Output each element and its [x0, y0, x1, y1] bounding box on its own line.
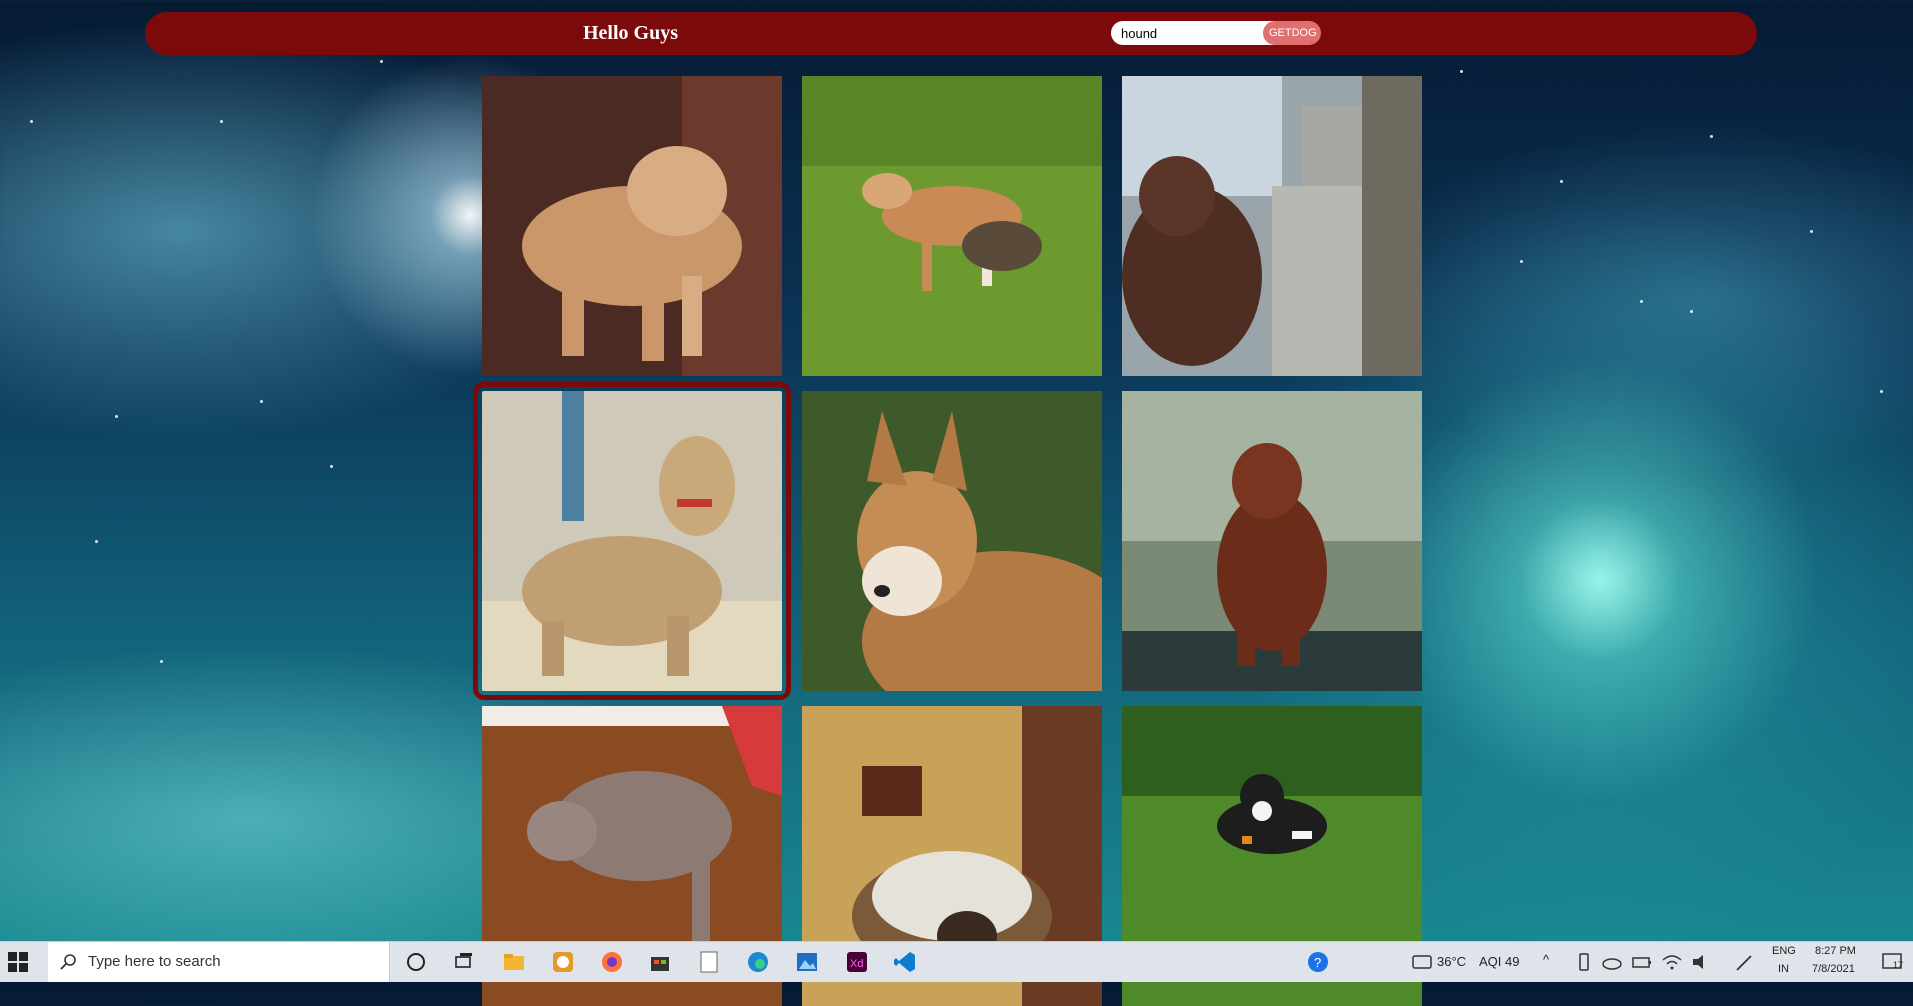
- dog-card[interactable]: [1122, 76, 1422, 376]
- phone-link-icon[interactable]: [1572, 950, 1596, 974]
- pen-icon[interactable]: [1733, 950, 1757, 974]
- task-view-icon[interactable]: [452, 950, 476, 974]
- wifi-icon[interactable]: [1660, 950, 1684, 974]
- dog-photo: [802, 391, 1102, 691]
- get-dog-button[interactable]: GETDOG: [1263, 21, 1321, 45]
- clock-date[interactable]: 7/8/2021: [1812, 963, 1855, 975]
- windows-start-icon[interactable]: [8, 952, 28, 972]
- dog-photo: [482, 76, 782, 376]
- help-icon[interactable]: ?: [1306, 950, 1330, 974]
- dog-card-selected[interactable]: [473, 382, 791, 700]
- battery-icon[interactable]: [1630, 950, 1654, 974]
- dog-photo: [1122, 391, 1422, 691]
- svg-text:?: ?: [1314, 955, 1321, 970]
- language-indicator-top[interactable]: ENG: [1772, 945, 1796, 957]
- edge-icon[interactable]: [746, 950, 770, 974]
- chevron-up-icon[interactable]: ^: [1543, 952, 1549, 967]
- taskbar-search-placeholder: Type here to search: [88, 953, 221, 970]
- adobe-xd-icon[interactable]: Xd: [845, 950, 869, 974]
- whatsapp-icon[interactable]: [551, 950, 575, 974]
- language-indicator-bottom[interactable]: IN: [1778, 963, 1789, 975]
- notification-count: 17: [1893, 960, 1904, 970]
- store-icon[interactable]: [648, 950, 672, 974]
- svg-text:Xd: Xd: [850, 958, 863, 970]
- dog-photo: [482, 391, 782, 691]
- weather-temperature: 36°C: [1437, 954, 1467, 969]
- air-quality: AQI 49: [1479, 954, 1520, 969]
- photos-icon[interactable]: [795, 950, 819, 974]
- notepad-icon[interactable]: [697, 950, 721, 974]
- file-explorer-icon[interactable]: [502, 950, 526, 974]
- search-icon: [60, 954, 76, 970]
- vscode-icon[interactable]: [893, 950, 917, 974]
- taskbar: Type here to search Xd ? 36°C AQI 49 ^ E…: [0, 941, 1913, 982]
- page-title: Hello Guys: [583, 22, 679, 44]
- dog-photo: [1122, 76, 1422, 376]
- volume-icon[interactable]: [1690, 950, 1714, 974]
- dog-card[interactable]: [802, 76, 1102, 376]
- firefox-icon[interactable]: [600, 950, 624, 974]
- taskbar-search-box[interactable]: Type here to search: [48, 942, 390, 982]
- dog-photo: [802, 76, 1102, 376]
- top-nav: Hello Guys GETDOG: [145, 12, 1757, 55]
- cortana-icon[interactable]: [404, 950, 428, 974]
- dog-card[interactable]: [482, 76, 782, 376]
- onedrive-icon[interactable]: [1600, 950, 1624, 974]
- dog-card[interactable]: [802, 391, 1102, 691]
- dog-card[interactable]: [1122, 391, 1422, 691]
- clock-time[interactable]: 8:27 PM: [1815, 945, 1856, 957]
- weather-icon[interactable]: [1410, 950, 1434, 974]
